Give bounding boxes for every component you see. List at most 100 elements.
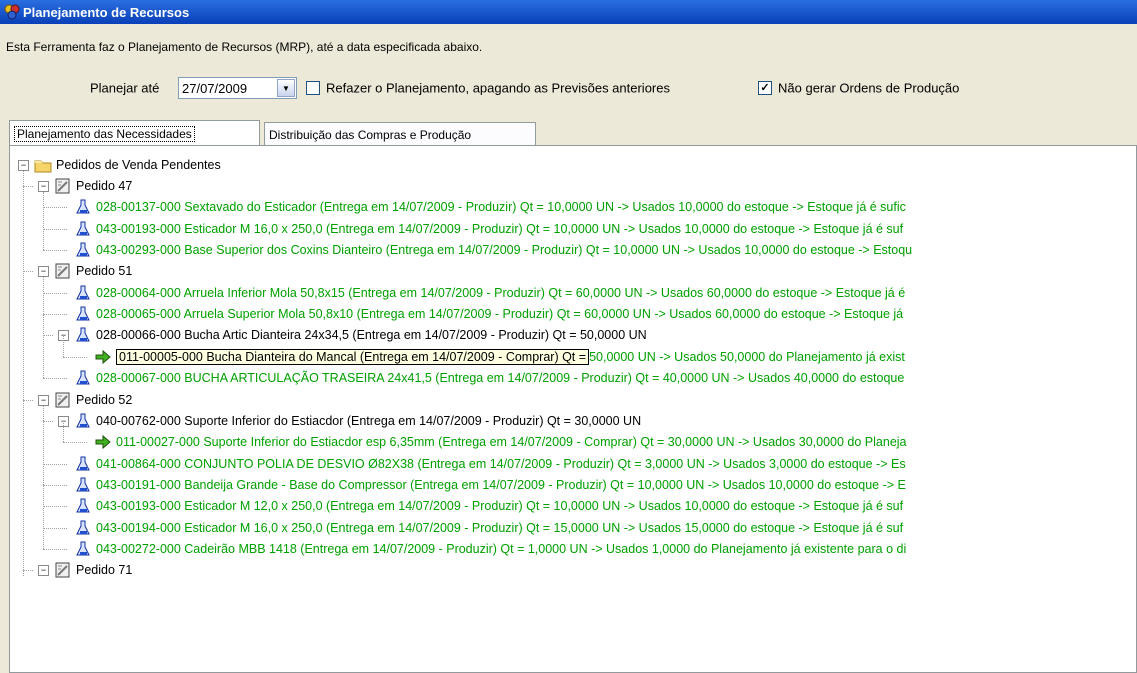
flask-icon <box>74 305 92 323</box>
flask-icon <box>74 369 92 387</box>
tree-row-label: 028-00066-000 Bucha Artic Dianteira 24x3… <box>96 328 647 343</box>
folder-icon <box>34 156 52 174</box>
tree-row-label: 040-00762-000 Suporte Inferior do Estiac… <box>96 413 642 428</box>
tree-connector-line <box>43 527 67 529</box>
flask-icon <box>74 519 92 537</box>
tree-connector-line <box>23 186 33 188</box>
check-mark-icon: ✓ <box>760 81 770 94</box>
tree-row-label: Pedidos de Venda Pendentes <box>56 157 221 172</box>
tree-row[interactable]: 043-00293-000 Base Superior dos Coxins D… <box>74 240 912 261</box>
tree-row[interactable]: 043-00193-000 Esticador M 16,0 x 250,0 (… <box>74 218 903 239</box>
arrow-right-icon <box>94 348 112 366</box>
tree-row[interactable]: Pedido 47 <box>54 176 132 197</box>
tree-row[interactable]: 028-00064-000 Arruela Inferior Mola 50,8… <box>74 282 905 303</box>
tab-label: Distribuição das Compras e Produção <box>269 127 472 142</box>
planning-tree[interactable]: Pedidos de Venda Pendentes − Pedido 47−028… <box>10 146 1136 672</box>
flask-icon <box>74 220 92 238</box>
tree-panel[interactable]: Pedidos de Venda Pendentes − Pedido 47−028… <box>9 145 1137 673</box>
tree-connector-line <box>23 570 33 572</box>
tree-row-label: 028-00065-000 Arruela Superior Mola 50,8… <box>96 307 904 322</box>
document-icon <box>54 177 72 195</box>
tree-row-label: 043-00272-000 Cadeirão MBB 1418 (Entrega… <box>96 541 907 556</box>
tree-connector-line <box>43 228 67 230</box>
tree-row-label: 011-00027-000 Suporte Inferior do Estiac… <box>116 435 907 450</box>
tree-row[interactable]: 028-00137-000 Sextavado do Esticador (En… <box>74 197 906 218</box>
tree-row-label: Pedido 52 <box>76 392 133 407</box>
flask-icon <box>74 497 92 515</box>
tree-connector-line <box>43 192 44 251</box>
tree-connector-line <box>23 170 24 577</box>
tree-row[interactable]: 011-00027-000 Suporte Inferior do Estiac… <box>94 432 907 453</box>
tree-row-label: 043-00193-000 Esticador M 12,0 x 250,0 (… <box>96 499 904 514</box>
tree-connector-line <box>43 378 67 380</box>
tree-connector-line <box>43 207 67 209</box>
tab-distribuicao[interactable]: Distribuição das Compras e Produção <box>264 122 536 146</box>
tree-connector-line <box>43 292 67 294</box>
tree-row-label: 043-00293-000 Base Superior dos Coxins D… <box>96 243 913 258</box>
document-icon <box>54 391 72 409</box>
expand-collapse-toggle[interactable]: − <box>18 159 29 171</box>
tree-row-label: 043-00191-000 Bandeija Grande - Base do … <box>96 477 906 492</box>
tree-row[interactable]: 028-00065-000 Arruela Superior Mola 50,8… <box>74 304 903 325</box>
document-icon <box>54 561 72 579</box>
item-tooltip: 011-00005-000 Bucha Dianteira do Mancal … <box>116 348 590 365</box>
tree-row[interactable]: 043-00193-000 Esticador M 12,0 x 250,0 (… <box>74 496 903 517</box>
tree-connector-line <box>63 335 64 357</box>
tree-connector-line <box>63 356 87 358</box>
tree-row-label: 043-00193-000 Esticador M 16,0 x 250,0 (… <box>96 221 904 236</box>
tree-row[interactable]: 041-00864-000 CONJUNTO POLIA DE DESVIO Ø… <box>74 453 906 474</box>
tree-connector-line <box>43 548 67 550</box>
plan-until-date-combo[interactable]: 27/07/2009 ▼ <box>178 77 297 99</box>
tab-planejamento[interactable]: Planejamento das Necessidades <box>9 120 260 146</box>
tree-row-label: Pedido 47 <box>76 179 133 194</box>
tree-row-label: 028-00067-000 BUCHA ARTICULAÇÃO TRASEIRA… <box>96 371 905 386</box>
tree-row[interactable]: Pedido 51 <box>54 261 132 282</box>
flask-icon <box>74 284 92 302</box>
tree-connector-line <box>23 271 33 273</box>
tree-connector-line <box>43 420 53 422</box>
tree-row[interactable]: 043-00194-000 Esticador M 16,0 x 250,0 (… <box>74 517 903 538</box>
tree-connector-line <box>43 484 67 486</box>
flask-icon <box>74 326 92 344</box>
tree-row[interactable]: Pedido 52 <box>54 389 132 410</box>
plan-until-label: Planejar até <box>90 80 160 96</box>
expand-collapse-toggle[interactable]: − <box>38 565 49 577</box>
redo-planning-checkbox[interactable] <box>306 81 320 95</box>
tree-connector-line <box>43 405 44 549</box>
tree-row[interactable]: 040-00762-000 Suporte Inferior do Estiac… <box>74 410 641 431</box>
tree-row[interactable]: 028-00067-000 BUCHA ARTICULAÇÃO TRASEIRA… <box>74 368 904 389</box>
tab-label: Planejamento das Necessidades <box>14 125 195 142</box>
tree-row-label: 50,0000 UN -> Usados 50,0000 do Planejam… <box>589 349 905 364</box>
tree-connector-line <box>43 463 67 465</box>
flask-icon <box>74 198 92 216</box>
arrow-right-icon <box>94 433 112 451</box>
app-icon <box>4 4 20 20</box>
no-orders-label: Não gerar Ordens de Produção <box>778 80 960 96</box>
tree-row-label: Pedido 71 <box>76 563 133 578</box>
expand-collapse-toggle[interactable]: − <box>38 394 49 406</box>
window-title: Planejamento de Recursos <box>23 4 190 20</box>
tree-row[interactable]: 028-00066-000 Bucha Artic Dianteira 24x3… <box>74 325 647 346</box>
tree-row-label: 041-00864-000 CONJUNTO POLIA DE DESVIO Ø… <box>96 456 906 471</box>
tree-connector-line <box>63 442 87 444</box>
tree-connector-line <box>23 399 33 401</box>
chevron-down-icon[interactable]: ▼ <box>277 79 295 97</box>
document-icon <box>54 262 72 280</box>
no-orders-checkbox[interactable]: ✓ <box>758 81 772 95</box>
tree-row[interactable]: Pedidos de Venda Pendentes <box>34 154 221 175</box>
tree-connector-line <box>43 506 67 508</box>
tree-connector-line <box>43 250 67 252</box>
tree-row[interactable]: 043-00191-000 Bandeija Grande - Base do … <box>74 474 906 495</box>
tree-connector-line <box>43 335 53 337</box>
tree-row-label: Pedido 51 <box>76 264 133 279</box>
flask-icon <box>74 540 92 558</box>
expand-collapse-toggle[interactable]: − <box>38 266 49 278</box>
expand-collapse-toggle[interactable]: − <box>38 181 49 193</box>
tree-row-label: 043-00194-000 Esticador M 16,0 x 250,0 (… <box>96 520 904 535</box>
tree-row[interactable]: Pedido 71 <box>54 560 132 581</box>
tree-row-label: 028-00137-000 Sextavado do Esticador (En… <box>96 200 906 215</box>
tree-row[interactable]: 043-00272-000 Cadeirão MBB 1418 (Entrega… <box>74 538 906 559</box>
tree-row[interactable]: 011-00005-000 Bucha Dianteira do Mancal … <box>94 346 905 367</box>
tree-row-label: 028-00064-000 Arruela Inferior Mola 50,8… <box>96 285 906 300</box>
title-bar: Planejamento de Recursos <box>0 0 1137 24</box>
